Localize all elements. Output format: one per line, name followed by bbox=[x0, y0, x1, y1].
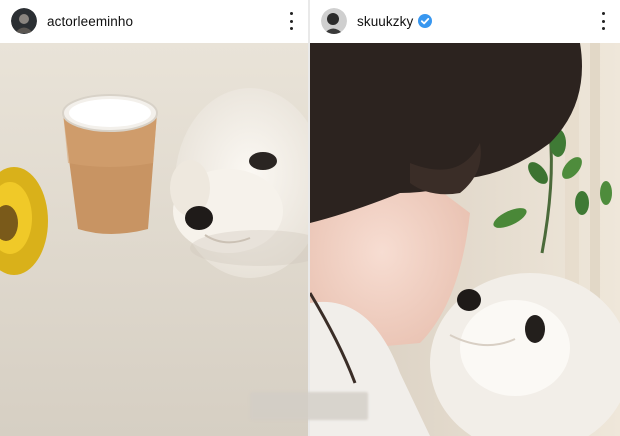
username[interactable]: skuukzky bbox=[357, 14, 413, 29]
white-dog bbox=[430, 273, 620, 436]
left-post: actorleeminho bbox=[0, 0, 308, 436]
more-options-button[interactable] bbox=[596, 12, 610, 30]
username[interactable]: actorleeminho bbox=[47, 14, 133, 29]
paper-cup bbox=[62, 94, 158, 234]
right-post: skuukzky bbox=[310, 0, 620, 436]
blurred-watermark bbox=[250, 392, 368, 420]
post-photo[interactable] bbox=[0, 43, 308, 436]
post-header: skuukzky bbox=[310, 0, 620, 42]
post-photo[interactable] bbox=[310, 43, 620, 436]
verified-badge-icon bbox=[418, 14, 433, 28]
more-vertical-icon bbox=[601, 12, 605, 15]
post-header: actorleeminho bbox=[0, 0, 308, 42]
more-vertical-icon bbox=[289, 12, 293, 15]
profile-avatar-icon[interactable] bbox=[321, 8, 347, 34]
more-options-button[interactable] bbox=[284, 12, 298, 30]
profile-avatar-icon[interactable] bbox=[11, 8, 37, 34]
